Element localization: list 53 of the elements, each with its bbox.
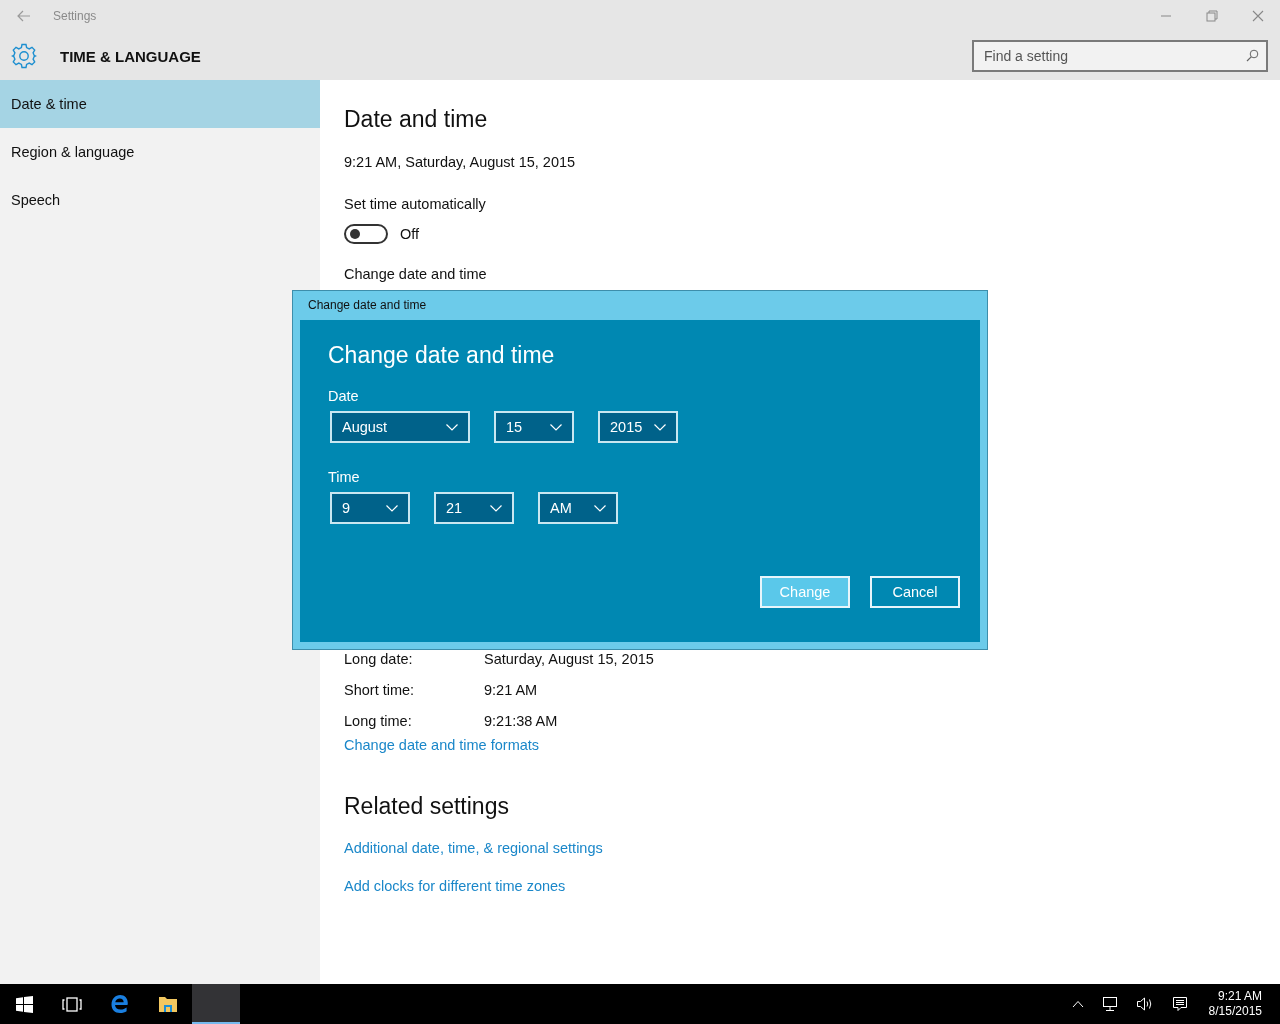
window-title: Settings: [53, 9, 97, 23]
chevron-icon: [654, 423, 666, 431]
windows-logo-icon: [15, 995, 33, 1013]
settings-link[interactable]: Add clocks for different time zones: [344, 878, 566, 894]
dropdown[interactable]: 21: [434, 492, 514, 524]
dropdown[interactable]: 2015: [598, 411, 678, 443]
page-heading: TIME & LANGUAGE: [60, 47, 201, 65]
cancel-button[interactable]: Cancel: [870, 576, 960, 608]
chevron-icon: [490, 504, 502, 512]
format-label: Long time:: [344, 712, 413, 729]
dropdown[interactable]: 9: [330, 492, 410, 524]
toggle-switch[interactable]: [344, 224, 388, 244]
format-value: 9:21 AM: [484, 681, 538, 698]
current-date-time: 9:21 AM, Saturday, August 15, 2015: [344, 154, 576, 170]
browser-e-icon: [110, 994, 130, 1014]
sidebar-item[interactable]: Date & time: [0, 80, 320, 128]
sidebar-item[interactable]: Speech: [0, 176, 320, 224]
field-label: Date: [328, 388, 359, 404]
clock-date[interactable]: 8/15/2015: [1208, 1004, 1262, 1019]
sidebar-item[interactable]: Region & language: [0, 128, 320, 176]
format-label: Short time:: [344, 681, 416, 698]
section-title: Date and time: [344, 106, 488, 133]
taskbar-button[interactable]: [192, 984, 240, 1024]
dialog-heading: Change date and time: [328, 342, 555, 369]
chevron-icon: [594, 504, 606, 512]
search-icon[interactable]: [1246, 48, 1259, 62]
dropdown[interactable]: 15: [494, 411, 574, 443]
clock-time[interactable]: 9:21 AM: [1217, 989, 1262, 1004]
search-field[interactable]: Find a setting: [972, 39, 1268, 72]
toggle-state: Off: [400, 226, 420, 242]
format-value: 9:21:38 AM: [484, 712, 558, 729]
chevron-icon: [386, 504, 398, 512]
formats-link[interactable]: Change date and time formats: [344, 737, 540, 753]
chevron-icon: [446, 423, 458, 431]
network-icon[interactable]: [1101, 996, 1118, 1012]
setting-label: Change date and time: [344, 266, 487, 282]
folder-icon: [158, 995, 178, 1013]
close-icon[interactable]: [1252, 10, 1264, 22]
chevron-up-icon[interactable]: [1071, 1000, 1084, 1008]
format-label: Long date:: [344, 650, 414, 667]
message-icon[interactable]: [1171, 996, 1188, 1012]
gear-icon: [11, 43, 37, 69]
speaker-icon[interactable]: [1135, 996, 1154, 1012]
settings-link[interactable]: Additional date, time, & regional settings: [344, 840, 603, 856]
task-view-icon: [62, 996, 82, 1012]
format-value: Saturday, August 15, 2015: [484, 650, 654, 667]
dropdown[interactable]: August: [330, 411, 470, 443]
setting-label: Set time automatically: [344, 196, 486, 212]
chevron-icon: [550, 423, 562, 431]
field-label: Time: [328, 469, 360, 485]
section-title: Related settings: [344, 793, 509, 820]
dialog-title: Change date and time: [307, 297, 428, 314]
dropdown[interactable]: AM: [538, 492, 618, 524]
